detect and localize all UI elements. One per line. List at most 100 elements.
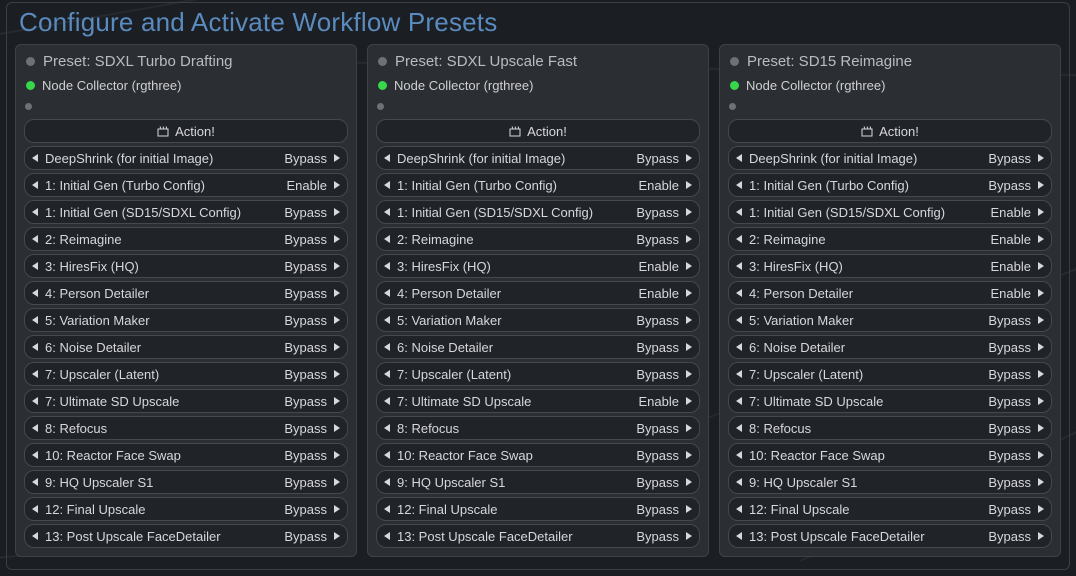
param-row[interactable]: 5: Variation MakerBypass	[728, 308, 1052, 332]
chevron-left-icon[interactable]	[383, 423, 393, 433]
extra-port-icon[interactable]	[729, 103, 736, 110]
action-button[interactable]: Action!	[24, 119, 348, 143]
chevron-left-icon[interactable]	[735, 450, 745, 460]
chevron-left-icon[interactable]	[31, 180, 41, 190]
param-row[interactable]: 7: Upscaler (Latent)Bypass	[376, 362, 700, 386]
param-row[interactable]: 7: Upscaler (Latent)Bypass	[24, 362, 348, 386]
param-row[interactable]: 5: Variation MakerBypass	[24, 308, 348, 332]
chevron-right-icon[interactable]	[1035, 450, 1045, 460]
param-row[interactable]: 2: ReimagineBypass	[24, 227, 348, 251]
param-row[interactable]: 10: Reactor Face SwapBypass	[376, 443, 700, 467]
param-row[interactable]: 7: Upscaler (Latent)Bypass	[728, 362, 1052, 386]
chevron-left-icon[interactable]	[31, 504, 41, 514]
chevron-right-icon[interactable]	[683, 396, 693, 406]
param-row[interactable]: 6: Noise DetailerBypass	[24, 335, 348, 359]
chevron-left-icon[interactable]	[383, 369, 393, 379]
chevron-right-icon[interactable]	[331, 396, 341, 406]
chevron-left-icon[interactable]	[31, 315, 41, 325]
param-row[interactable]: 4: Person DetailerEnable	[376, 281, 700, 305]
preset-panel[interactable]: Preset: SD15 ReimagineNode Collector (rg…	[719, 44, 1061, 557]
param-row[interactable]: 13: Post Upscale FaceDetailerBypass	[376, 524, 700, 548]
chevron-right-icon[interactable]	[1035, 342, 1045, 352]
input-port-icon[interactable]	[26, 81, 35, 90]
chevron-left-icon[interactable]	[31, 234, 41, 244]
param-row[interactable]: 13: Post Upscale FaceDetailerBypass	[728, 524, 1052, 548]
chevron-right-icon[interactable]	[683, 423, 693, 433]
chevron-right-icon[interactable]	[683, 261, 693, 271]
chevron-right-icon[interactable]	[1035, 477, 1045, 487]
param-row[interactable]: 5: Variation MakerBypass	[376, 308, 700, 332]
input-port-icon[interactable]	[730, 81, 739, 90]
chevron-right-icon[interactable]	[331, 261, 341, 271]
param-row[interactable]: 8: RefocusBypass	[376, 416, 700, 440]
chevron-left-icon[interactable]	[735, 288, 745, 298]
chevron-left-icon[interactable]	[383, 315, 393, 325]
param-row[interactable]: 4: Person DetailerEnable	[728, 281, 1052, 305]
chevron-right-icon[interactable]	[331, 342, 341, 352]
chevron-left-icon[interactable]	[31, 450, 41, 460]
chevron-left-icon[interactable]	[31, 531, 41, 541]
param-row[interactable]: 1: Initial Gen (Turbo Config)Bypass	[728, 173, 1052, 197]
chevron-right-icon[interactable]	[683, 207, 693, 217]
param-row[interactable]: 9: HQ Upscaler S1Bypass	[728, 470, 1052, 494]
param-row[interactable]: 2: ReimagineEnable	[728, 227, 1052, 251]
panel-header[interactable]: Preset: SDXL Upscale Fast	[376, 51, 700, 76]
chevron-right-icon[interactable]	[331, 234, 341, 244]
chevron-right-icon[interactable]	[1035, 180, 1045, 190]
chevron-left-icon[interactable]	[383, 153, 393, 163]
chevron-left-icon[interactable]	[31, 288, 41, 298]
param-row[interactable]: 1: Initial Gen (Turbo Config)Enable	[24, 173, 348, 197]
chevron-right-icon[interactable]	[331, 477, 341, 487]
preset-panel[interactable]: Preset: SDXL Turbo DraftingNode Collecto…	[15, 44, 357, 557]
param-row[interactable]: 9: HQ Upscaler S1Bypass	[24, 470, 348, 494]
chevron-left-icon[interactable]	[383, 288, 393, 298]
param-row[interactable]: 2: ReimagineBypass	[376, 227, 700, 251]
param-row[interactable]: 7: Ultimate SD UpscaleEnable	[376, 389, 700, 413]
chevron-right-icon[interactable]	[1035, 261, 1045, 271]
chevron-left-icon[interactable]	[735, 477, 745, 487]
param-row[interactable]: 12: Final UpscaleBypass	[728, 497, 1052, 521]
chevron-left-icon[interactable]	[31, 396, 41, 406]
param-row[interactable]: DeepShrink (for initial Image)Bypass	[376, 146, 700, 170]
chevron-left-icon[interactable]	[31, 261, 41, 271]
chevron-left-icon[interactable]	[31, 153, 41, 163]
param-row[interactable]: 6: Noise DetailerBypass	[728, 335, 1052, 359]
param-row[interactable]: 3: HiresFix (HQ)Enable	[728, 254, 1052, 278]
preset-panel[interactable]: Preset: SDXL Upscale FastNode Collector …	[367, 44, 709, 557]
param-row[interactable]: 12: Final UpscaleBypass	[24, 497, 348, 521]
chevron-right-icon[interactable]	[1035, 423, 1045, 433]
chevron-left-icon[interactable]	[383, 531, 393, 541]
chevron-left-icon[interactable]	[735, 153, 745, 163]
chevron-left-icon[interactable]	[735, 369, 745, 379]
chevron-left-icon[interactable]	[31, 369, 41, 379]
chevron-right-icon[interactable]	[1035, 207, 1045, 217]
chevron-right-icon[interactable]	[1035, 288, 1045, 298]
param-row[interactable]: 3: HiresFix (HQ)Enable	[376, 254, 700, 278]
param-row[interactable]: 1: Initial Gen (SD15/SDXL Config)Bypass	[376, 200, 700, 224]
chevron-left-icon[interactable]	[383, 396, 393, 406]
chevron-left-icon[interactable]	[735, 396, 745, 406]
collapse-dot-icon[interactable]	[730, 57, 739, 66]
chevron-left-icon[interactable]	[735, 234, 745, 244]
chevron-left-icon[interactable]	[31, 207, 41, 217]
chevron-right-icon[interactable]	[683, 288, 693, 298]
chevron-right-icon[interactable]	[331, 288, 341, 298]
param-row[interactable]: 8: RefocusBypass	[24, 416, 348, 440]
chevron-right-icon[interactable]	[683, 477, 693, 487]
extra-port-icon[interactable]	[25, 103, 32, 110]
chevron-right-icon[interactable]	[331, 531, 341, 541]
chevron-left-icon[interactable]	[735, 504, 745, 514]
param-row[interactable]: DeepShrink (for initial Image)Bypass	[24, 146, 348, 170]
chevron-right-icon[interactable]	[331, 180, 341, 190]
chevron-right-icon[interactable]	[683, 180, 693, 190]
param-row[interactable]: 8: RefocusBypass	[728, 416, 1052, 440]
chevron-right-icon[interactable]	[683, 450, 693, 460]
collapse-dot-icon[interactable]	[378, 57, 387, 66]
chevron-right-icon[interactable]	[1035, 531, 1045, 541]
action-button[interactable]: Action!	[376, 119, 700, 143]
chevron-right-icon[interactable]	[331, 423, 341, 433]
chevron-right-icon[interactable]	[683, 153, 693, 163]
chevron-left-icon[interactable]	[735, 180, 745, 190]
param-row[interactable]: 1: Initial Gen (Turbo Config)Enable	[376, 173, 700, 197]
chevron-left-icon[interactable]	[735, 315, 745, 325]
